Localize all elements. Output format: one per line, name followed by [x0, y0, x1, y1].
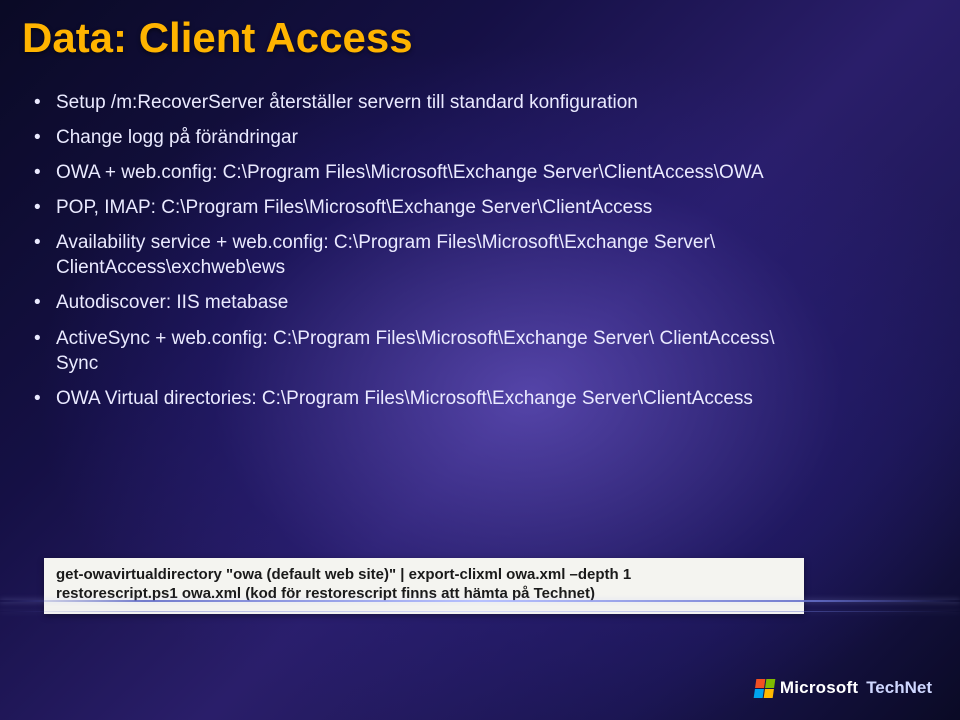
bullet-item: OWA + web.config: C:\Program Files\Micro…	[34, 160, 920, 185]
bullet-item: ActiveSync + web.config: C:\Program File…	[34, 326, 920, 376]
bullet-text: ActiveSync + web.config: C:\Program File…	[56, 328, 775, 349]
slide-title: Data: Client Access	[22, 14, 413, 62]
bullet-item: Availability service + web.config: C:\Pr…	[34, 230, 920, 280]
code-box: get-owavirtualdirectory "owa (default we…	[44, 558, 804, 614]
bullet-item: Setup /m:RecoverServer återställer serve…	[34, 90, 920, 115]
bullet-text: Availability service + web.config: C:\Pr…	[56, 232, 715, 253]
bullet-list: Setup /m:RecoverServer återställer serve…	[34, 90, 920, 421]
bullet-item: Autodiscover: IIS metabase	[34, 290, 920, 315]
code-line: get-owavirtualdirectory "owa (default we…	[56, 566, 792, 585]
bullet-text-cont: ClientAccess\exchweb\ews	[56, 255, 920, 280]
bullet-item: Change logg på förändringar	[34, 125, 920, 150]
divider-line	[0, 600, 960, 602]
divider-line	[0, 611, 960, 612]
microsoft-flag-icon	[754, 679, 776, 698]
microsoft-wordmark: Microsoft	[780, 678, 858, 698]
bullet-item: POP, IMAP: C:\Program Files\Microsoft\Ex…	[34, 195, 920, 220]
technet-wordmark: TechNet	[866, 678, 932, 698]
footer-logo: Microsoft TechNet	[755, 678, 932, 698]
slide: Data: Client Access Setup /m:RecoverServ…	[0, 0, 960, 720]
bullet-item: OWA Virtual directories: C:\Program File…	[34, 386, 920, 411]
bullet-text-cont: Sync	[56, 351, 920, 376]
